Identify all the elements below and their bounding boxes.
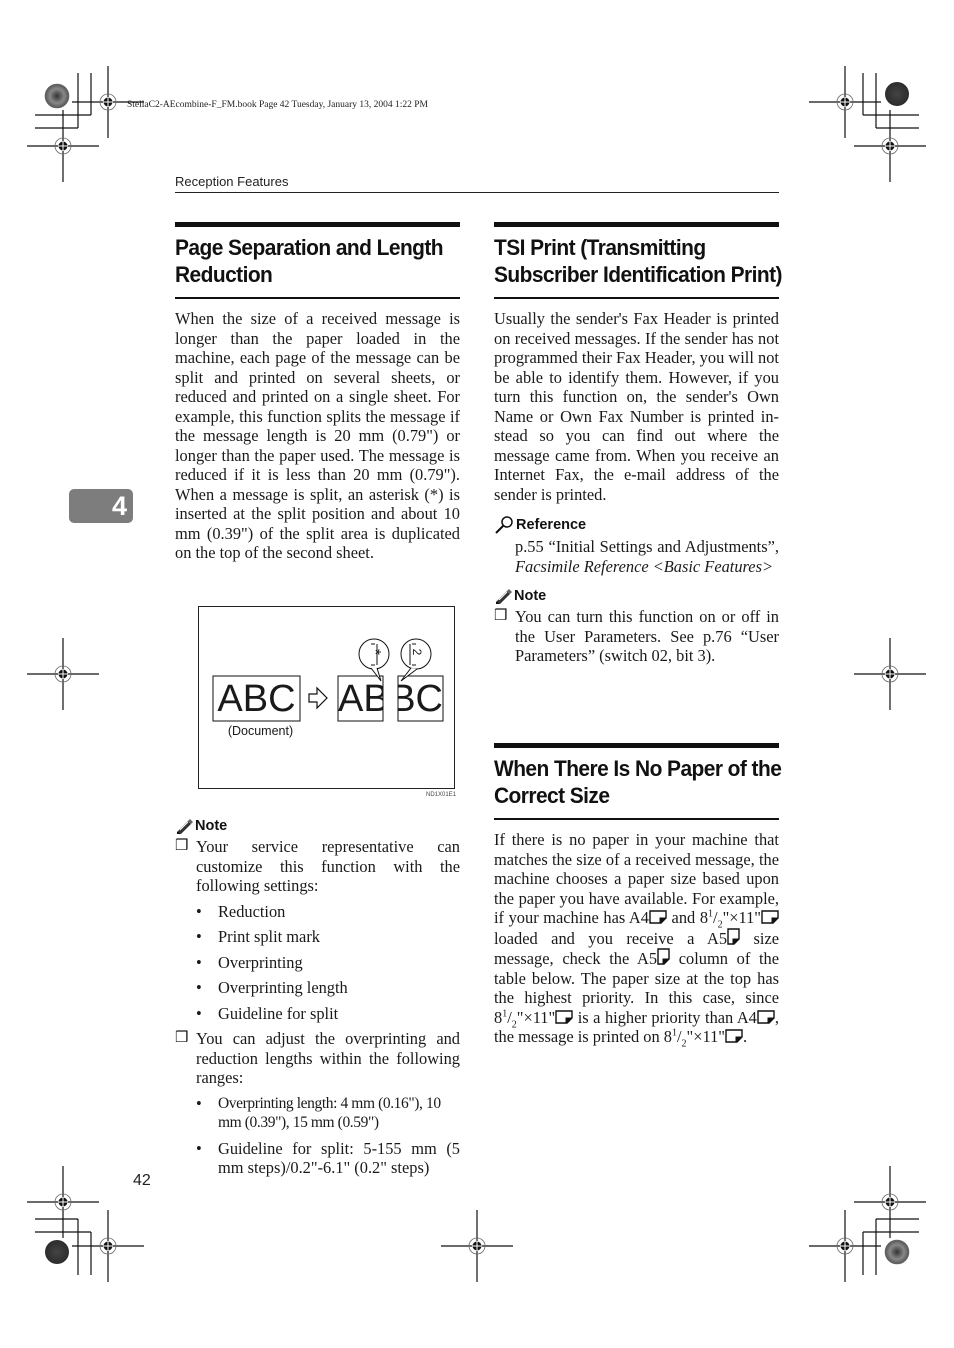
note-settings-list: • Reduction • Print split mark • Overprinti… <box>196 902 460 1024</box>
note-item: ❒ Your service representative can custom… <box>175 837 460 896</box>
rosette-mark <box>885 82 909 106</box>
section-body: Usually the sender's Fax Header is print… <box>494 309 779 504</box>
list-item: • Print split mark <box>196 927 320 946</box>
section-title-line: When There Is No Paper of the <box>494 756 782 781</box>
section-title-no-paper: When There Is No Paper of the Correct Si… <box>494 755 782 809</box>
note-item: ❒ You can adjust the overprinting and re… <box>175 1029 460 1088</box>
reference-text[interactable]: p.55 “Initial Settings and Adjust­ments”… <box>515 537 779 576</box>
right-column-tsi: TSI Print (Transmitting Subscriber Ident… <box>494 222 782 666</box>
reference-label-row: Reference <box>494 516 779 534</box>
body-paragraph: When the size of a received message is l… <box>175 309 460 562</box>
document-caption: (Document) <box>227 724 294 738</box>
pencil-icon <box>496 589 512 604</box>
section-title-line: TSI Print (Transmitting <box>494 235 706 260</box>
right-column-no-paper: When There Is No Paper of the Correct Si… <box>494 743 782 1050</box>
split-illustration: ABC (Document) AB BC * 2 <box>198 606 455 789</box>
rosette-mark <box>884 1239 910 1265</box>
section-title-line: Subscriber Identification Print) <box>494 262 782 287</box>
list-item: • Guideline for split: 5-155 mm (5 mm ste… <box>196 1138 460 1178</box>
section-title-top-rule <box>494 743 779 748</box>
paper-portrait-icon <box>727 927 740 945</box>
reference-manual-title: Facsimile Reference <Basic Features> <box>515 556 774 576</box>
note-item: ❒ You can turn this function on or off i… <box>494 607 779 666</box>
paper-landscape-icon <box>649 910 667 924</box>
paper-landscape-icon <box>761 910 779 924</box>
section-title-top-rule <box>175 222 460 227</box>
checkbox-bullet-icon: ❒ <box>175 838 189 854</box>
section-title-bottom-rule <box>494 297 779 299</box>
section-body: If there is no paper in your machine tha… <box>494 830 779 1050</box>
chapter-tab: 4 <box>69 489 133 523</box>
left-note: Note ❒ Your service representative can c… <box>175 818 460 1184</box>
arrow-right-icon <box>308 686 328 710</box>
note-label-row: Note <box>175 818 460 834</box>
section-body: When the size of a received message is l… <box>175 309 460 563</box>
section-title-top-rule <box>494 222 779 227</box>
rosette-mark <box>45 1240 69 1264</box>
note-label-row: Note <box>494 588 779 604</box>
section-title-tsi-print: TSI Print (Transmitting Subscriber Ident… <box>494 234 782 288</box>
pencil-icon <box>177 819 193 834</box>
note-item-text: You can turn this function on or off in … <box>515 607 779 665</box>
note-label: Note <box>514 588 547 604</box>
paper-landscape-icon <box>725 1029 743 1043</box>
magnifier-icon <box>495 516 513 534</box>
list-item: • Overprinting <box>196 952 303 972</box>
print-header-book-info: StellaC2-AEcombine-F_FM.book Page 42 Tue… <box>127 100 429 110</box>
split-part-1-text: AB <box>338 678 383 720</box>
note-item-text: You can adjust the overprinting and redu… <box>196 1029 460 1087</box>
list-item: • Overprinting length: 4 mm (0.16"), 10 m… <box>196 1093 441 1132</box>
section-title-line: Correct Size <box>494 783 610 808</box>
left-column: Page Separation and Length Reduction Whe… <box>175 222 460 563</box>
section-title-page-separation: Page Separation and Length Reduction <box>175 234 444 288</box>
section-title-line: Page Separation and Length <box>175 235 444 260</box>
page-number: 42 <box>133 1172 151 1189</box>
body-paragraph: Usually the sender's Fax Header is print… <box>494 309 779 504</box>
section-title-bottom-rule <box>494 818 779 820</box>
running-head-rule <box>175 192 779 193</box>
list-item: • Reduction <box>196 901 286 921</box>
section-title-line: Reduction <box>175 262 273 287</box>
note-item-text: Your service representative can customiz… <box>196 837 460 895</box>
reference-link-text[interactable]: p.55 “Initial Settings and Adjust­ments”… <box>515 537 779 556</box>
rosette-mark <box>44 83 70 109</box>
document-text: ABC <box>217 678 296 720</box>
checkbox-bullet-icon: ❒ <box>494 608 508 624</box>
note-label: Note <box>195 818 228 834</box>
body-paragraph: If there is no paper in your machine tha… <box>494 830 779 1050</box>
figure-code: ND1X01E1 <box>426 792 457 798</box>
registration-marks <box>26 65 927 1283</box>
split-mark-asterisk: * <box>366 648 383 656</box>
reference-label: Reference <box>516 517 587 533</box>
list-item: • Overprinting length <box>196 978 348 997</box>
running-head: Reception Features <box>175 174 289 189</box>
section-title-bottom-rule <box>175 297 460 299</box>
paper-landscape-icon <box>757 1009 775 1024</box>
list-item: • Guideline for split <box>196 1003 339 1023</box>
split-part-2-text: BC <box>398 678 443 720</box>
paper-portrait-icon <box>657 948 670 965</box>
checkbox-bullet-icon: ❒ <box>175 1030 189 1046</box>
split-mark-number: 2 <box>410 648 424 656</box>
note-ranges-list: • Overprinting length: 4 mm (0.16"), 10 m… <box>196 1094 460 1178</box>
paper-landscape-icon <box>555 1009 573 1024</box>
